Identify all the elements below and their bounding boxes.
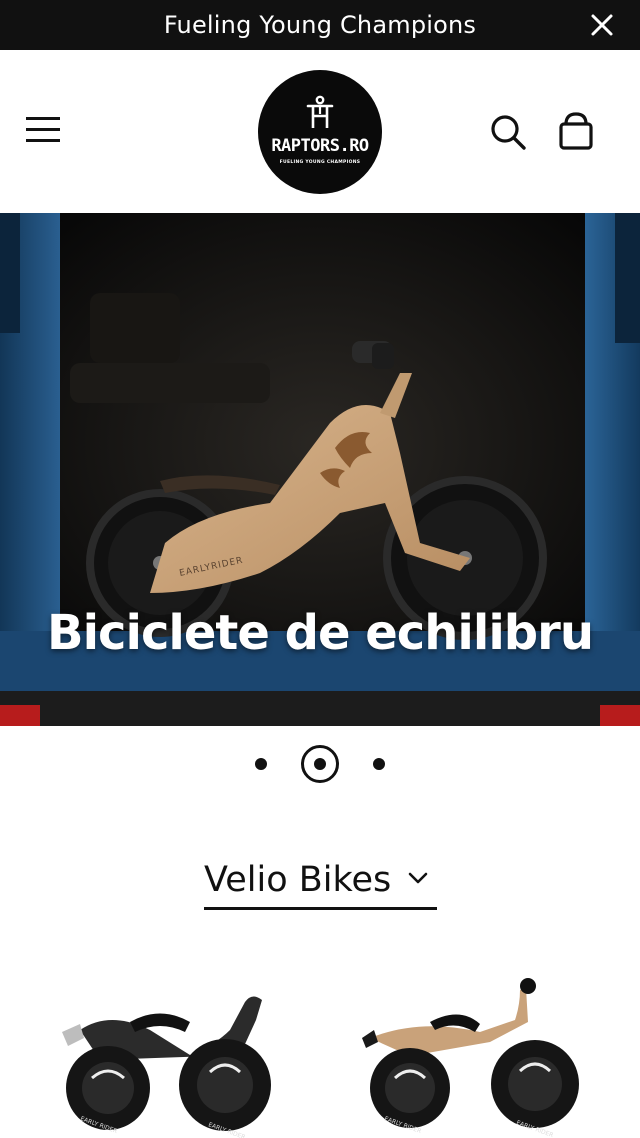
product-image-velio-black: EARLY RIDER EARLY RIDER (62, 996, 271, 1138)
product-card-velio-wood[interactable]: EARLY RIDER EARLY RIDER (340, 960, 600, 1138)
search-icon[interactable] (488, 112, 528, 152)
shopping-bag-icon[interactable] (556, 110, 596, 152)
chevron-down-icon (407, 870, 429, 884)
category-select[interactable]: Velio Bikes (204, 852, 437, 910)
category-select-value: Velio Bikes (204, 859, 392, 900)
hamburger-menu-icon[interactable] (24, 114, 62, 146)
product-card-velio-black[interactable]: EARLY RIDER EARLY RIDER (40, 960, 300, 1138)
slide-dot-2-active[interactable] (301, 745, 339, 783)
raptor-logo-icon (306, 95, 334, 128)
logo-tagline: FUELING YOUNG CHAMPIONS (279, 159, 361, 165)
close-icon[interactable] (588, 11, 616, 39)
product-image-velio-wood: EARLY RIDER EARLY RIDER (362, 978, 579, 1138)
product-grid: EARLY RIDER EARLY RIDER EARLY RIDER EARL… (0, 960, 640, 1138)
logo-wordmark: RAPTORS.RO (271, 135, 369, 156)
announcement-text: Fueling Young Champions (163, 11, 477, 39)
slideshow-pagination (0, 744, 640, 784)
slide-dot-1[interactable] (255, 758, 267, 770)
hero-slide-title: Biciclete de echilibru (47, 605, 594, 661)
slide-dot-3[interactable] (373, 758, 385, 770)
site-logo[interactable]: RAPTORS.RO FUELING YOUNG CHAMPIONS (258, 70, 382, 194)
announcement-bar: Fueling Young Champions (0, 0, 640, 50)
site-header: RAPTORS.RO FUELING YOUNG CHAMPIONS (0, 50, 640, 213)
hero-slideshow[interactable]: EARLYRIDER Biciclete de echilibru (0, 213, 640, 726)
